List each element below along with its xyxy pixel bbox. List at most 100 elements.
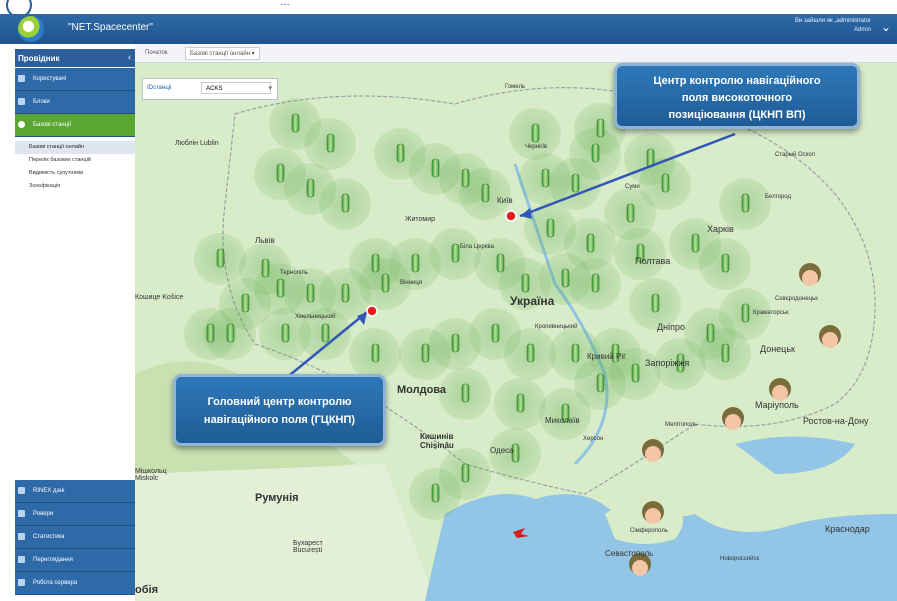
base-station-pin[interactable] [691,233,700,253]
base-station-pin[interactable] [591,143,600,163]
rover-icon [18,510,25,517]
submenu-item-list[interactable]: Перелік базових станцій [15,154,135,167]
base-station-pin[interactable] [306,178,315,198]
map-label-belgorod: Белгород [765,194,792,200]
server-icon [18,579,25,586]
app-name: "NET.Spacecenter" [68,22,153,33]
base-station-pin[interactable] [531,123,540,143]
base-station-pin[interactable] [281,323,290,343]
base-station-pin[interactable] [591,273,600,293]
base-station-pin[interactable] [341,193,350,213]
base-station-pin[interactable] [546,218,555,238]
base-station-pin[interactable] [341,283,350,303]
base-station-pin[interactable] [461,463,470,483]
map-label-khmelnytskyi: Хмельницький [295,314,336,320]
base-station-pin[interactable] [481,183,490,203]
base-station-pin[interactable] [381,273,390,293]
sidebar-item-blocks[interactable]: Блоки [15,91,135,114]
base-station-pin[interactable] [371,343,380,363]
breadcrumb-current[interactable]: Базові станції онлайн ▾ [185,47,260,60]
base-station-pin[interactable] [371,253,380,273]
base-station-pin[interactable] [491,323,500,343]
filter-label: IDстанціі [147,85,172,91]
callout-line: Центр контролю навігаційного [653,75,821,87]
sidebar-item-rinex[interactable]: RINEX дані [15,480,135,503]
sidebar-item-label: RINEX дані [33,488,65,494]
base-station-pin[interactable] [741,303,750,323]
base-station-pin[interactable] [516,393,525,413]
base-station-pin[interactable] [306,283,315,303]
base-station-pin[interactable] [396,143,405,163]
map-label-romania: Румунія [255,492,299,504]
map-label-moldova: Молдова [397,384,447,396]
sidebar-item-users[interactable]: Користувачі [15,68,135,91]
base-station-pin[interactable] [571,173,580,193]
base-station-pin[interactable] [721,253,730,273]
base-station-pin[interactable] [431,483,440,503]
base-station-pin[interactable] [461,168,470,188]
breadcrumb-root[interactable]: Початок [145,50,168,56]
base-station-pin[interactable] [626,203,635,223]
map-label-ukraine: Україна [510,294,555,308]
user-info[interactable]: Ви зайшли як „administrator Admin [795,17,871,35]
sidebar-item-base-stations[interactable]: Базові станції [15,114,135,137]
submenu-item-visibility[interactable]: Видимість супутників [15,167,135,180]
base-station-pin[interactable] [451,333,460,353]
base-station-pin[interactable] [276,163,285,183]
base-station-pin[interactable] [326,133,335,153]
sidebar-item-server[interactable]: Робота сервера [15,572,135,595]
base-station-pin[interactable] [521,273,530,293]
base-station-pin[interactable] [561,268,570,288]
base-station-pin[interactable] [461,383,470,403]
sidebar-item-view[interactable]: Переглядання [15,549,135,572]
base-station-pin[interactable] [261,258,270,278]
map-label-melitopol: Мелітополь [665,422,698,428]
user-icon [18,75,25,82]
base-station-pin[interactable] [431,158,440,178]
base-station-pin[interactable] [206,323,215,343]
base-station-pin[interactable] [321,323,330,343]
base-station-pin[interactable] [276,278,285,298]
base-station-pin[interactable] [596,373,605,393]
chevron-down-icon[interactable]: ⌄ [881,20,891,34]
app-logo[interactable] [18,16,44,42]
sidebar-item-stats[interactable]: Статистика [15,526,135,549]
base-stations-submenu: Базові станції онлайн Перелік базових ст… [15,141,135,193]
collapse-icon[interactable]: ‹ [128,52,131,62]
map-label-ternopil: Тернопіль [280,270,308,276]
station-icon [18,121,25,128]
base-station-pin[interactable] [596,118,605,138]
base-station-pin[interactable] [631,363,640,383]
base-station-pin[interactable] [526,343,535,363]
control-center-marker[interactable] [505,210,517,222]
base-station-pin[interactable] [226,323,235,343]
base-station-pin[interactable] [241,293,250,313]
base-station-pin[interactable] [571,343,580,363]
user-line-1: Ви зайшли як „administrator [794,18,871,24]
base-station-pin[interactable] [706,323,715,343]
sidebar-item-rovers[interactable]: Ровери [15,503,135,526]
submenu-item-zoning[interactable]: Зонофікація [15,180,135,193]
base-station-pin[interactable] [291,113,300,133]
base-station-pin[interactable] [741,193,750,213]
base-station-pin[interactable] [661,173,670,193]
map-label-sofia: обія [135,584,158,596]
base-station-pin[interactable] [421,343,430,363]
submenu-item-online[interactable]: Базові станції онлайн [15,141,135,154]
base-station-pin[interactable] [496,253,505,273]
map-label-homel: Гомель [505,84,526,90]
base-station-pin[interactable] [411,253,420,273]
sidebar-bottom-menu: RINEX дані Ровери Статистика Перегляданн… [15,480,135,595]
map-label-mariupol: Маріуполь [755,400,799,410]
base-station-pin[interactable] [541,168,550,188]
main-control-center-marker[interactable] [366,305,378,317]
map-label-kropyvnytskyi: Кропивницький [535,324,578,330]
base-station-pin[interactable] [216,248,225,268]
base-station-pin[interactable] [721,343,730,363]
chevron-down-icon[interactable]: ▾ [268,84,272,92]
base-station-pin[interactable] [586,233,595,253]
map-label-novorossiysk: Новороссийск [720,556,760,562]
base-station-pin[interactable] [651,293,660,313]
station-id-select[interactable]: ACKS [201,82,271,94]
base-station-pin[interactable] [451,243,460,263]
